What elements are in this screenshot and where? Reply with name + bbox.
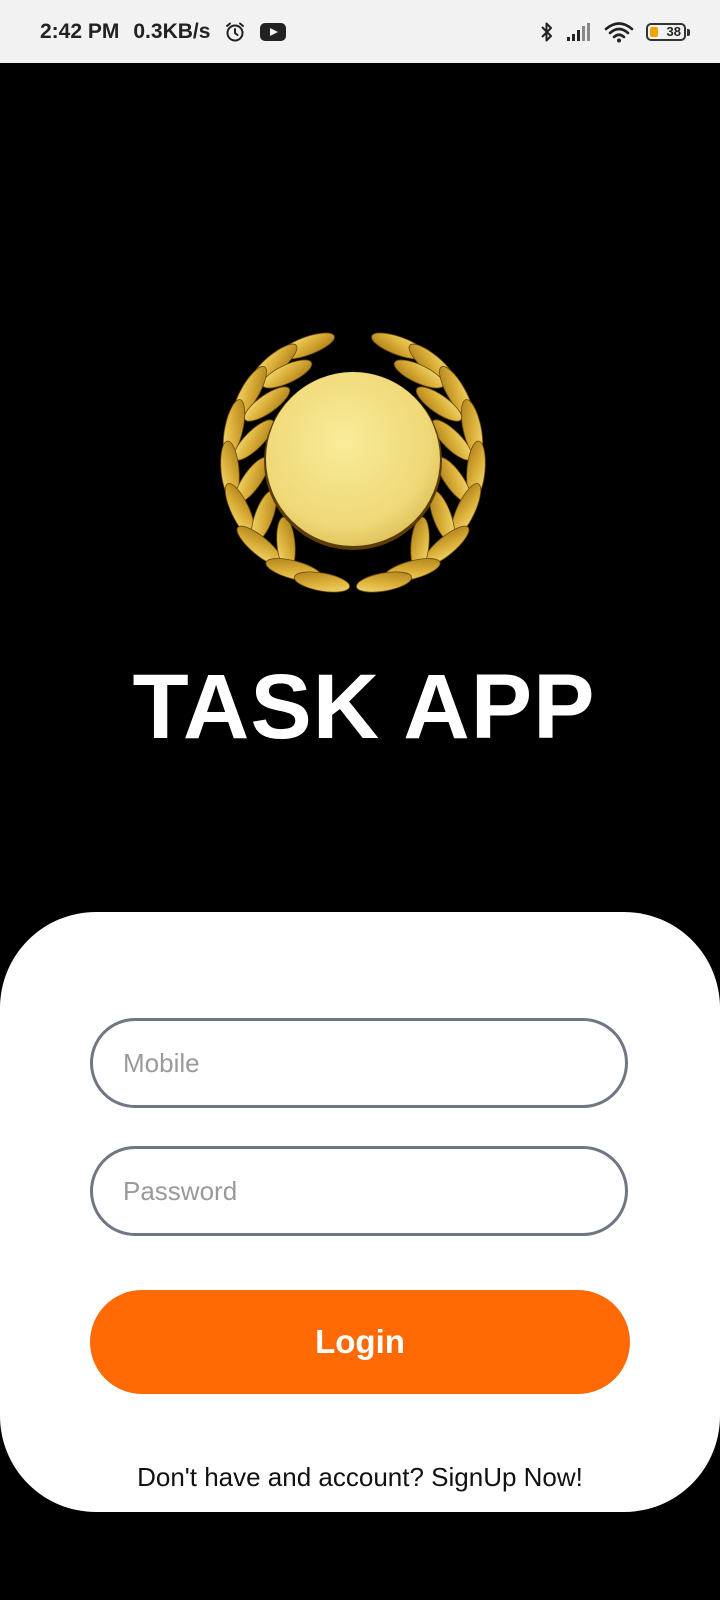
signal-icon [566, 22, 592, 42]
mobile-input[interactable] [90, 1018, 628, 1108]
laurel-wreath-medal-icon [212, 330, 494, 602]
status-bar: 2:42 PM 0.3KB/s 38 [0, 0, 720, 63]
login-button[interactable]: Login [90, 1290, 630, 1394]
wifi-icon [604, 21, 634, 43]
youtube-icon [260, 22, 287, 42]
battery-level: 38 [666, 24, 681, 39]
status-time: 2:42 PM [40, 19, 120, 43]
login-card: Login Don't have and account? SignUp Now… [0, 912, 720, 1512]
status-right: 38 [540, 0, 690, 63]
battery-icon: 38 [646, 22, 690, 41]
app-title: TASK APP [132, 656, 596, 758]
alarm-icon [224, 21, 246, 43]
signup-link[interactable]: Don't have and account? SignUp Now! [0, 1462, 720, 1493]
bluetooth-icon [540, 20, 554, 44]
status-network-speed: 0.3KB/s [133, 19, 211, 43]
password-input[interactable] [90, 1146, 628, 1236]
status-left: 2:42 PM 0.3KB/s [40, 0, 287, 63]
